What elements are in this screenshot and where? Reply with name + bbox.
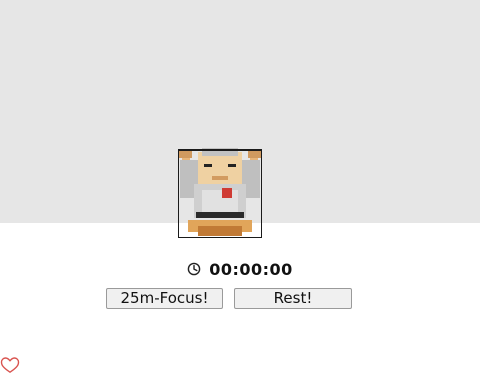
clock-icon [187,262,201,276]
heart-icon[interactable] [0,356,20,374]
rest-button[interactable]: Rest! [234,288,352,309]
pixel-character [178,142,262,238]
character-scene [0,0,480,238]
timer-row: 00:00:00 [0,257,480,281]
timer-controls: 25m-Focus! Rest! [106,288,352,309]
timer-display: 00:00:00 [209,259,293,279]
focus-button[interactable]: 25m-Focus! [106,288,223,309]
